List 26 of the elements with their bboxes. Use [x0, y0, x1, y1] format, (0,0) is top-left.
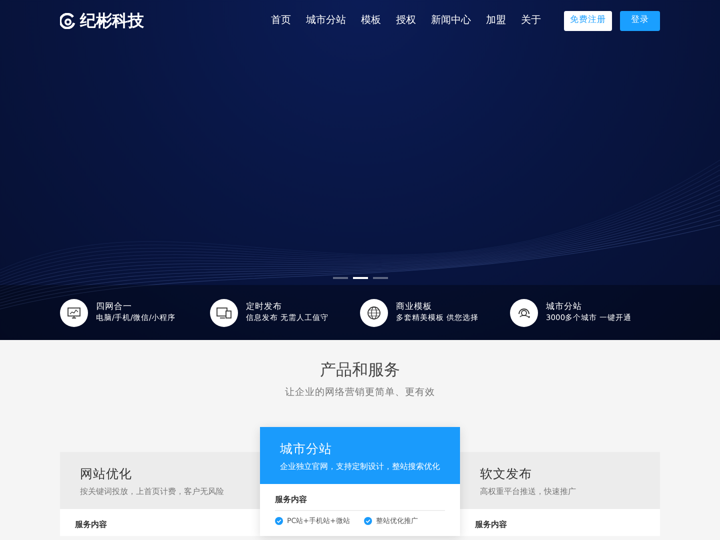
card-subtitle: 按关键词投放，上首页计费，客户无风险 [80, 486, 225, 498]
nav-link[interactable]: 模板 [361, 13, 381, 28]
card-title: 城市分站 [280, 441, 333, 456]
products-title: 产品和服务 [319, 359, 401, 381]
nav-link[interactable]: 新闻中心 [431, 13, 471, 28]
logo-icon [60, 13, 76, 29]
nav-link[interactable]: 授权 [396, 13, 416, 28]
card-subtitle: 企业独立官网，支持定制设计，整站搜索优化 [280, 461, 440, 474]
nav-link[interactable]: 首页 [271, 13, 291, 28]
card-subtitle: 高权重平台推送，快速推广 [480, 486, 577, 498]
feature-title: 四网合一 [96, 302, 133, 314]
section-label: 服务内容 [275, 494, 445, 512]
nav-link[interactable]: 城市分站 [306, 13, 346, 28]
logo-text: 纪彬科技 [80, 10, 144, 32]
section-label: 服务内容 [475, 519, 508, 532]
nav-link[interactable]: 关于 [521, 13, 541, 28]
carousel-indicator[interactable] [352, 277, 368, 279]
feature-title: 商业模板 [396, 302, 433, 314]
globe-icon [365, 304, 383, 322]
card-title: 网站优化 [80, 466, 133, 482]
feature-title: 城市分站 [546, 302, 583, 314]
nav-link[interactable]: 加盟 [486, 13, 506, 28]
card-title: 软文发布 [480, 466, 533, 482]
section-label: 服务内容 [75, 519, 108, 532]
products-subtitle: 让企业的网络营销更简单、更有效 [284, 386, 436, 400]
feature-title: 定时发布 [246, 302, 283, 314]
